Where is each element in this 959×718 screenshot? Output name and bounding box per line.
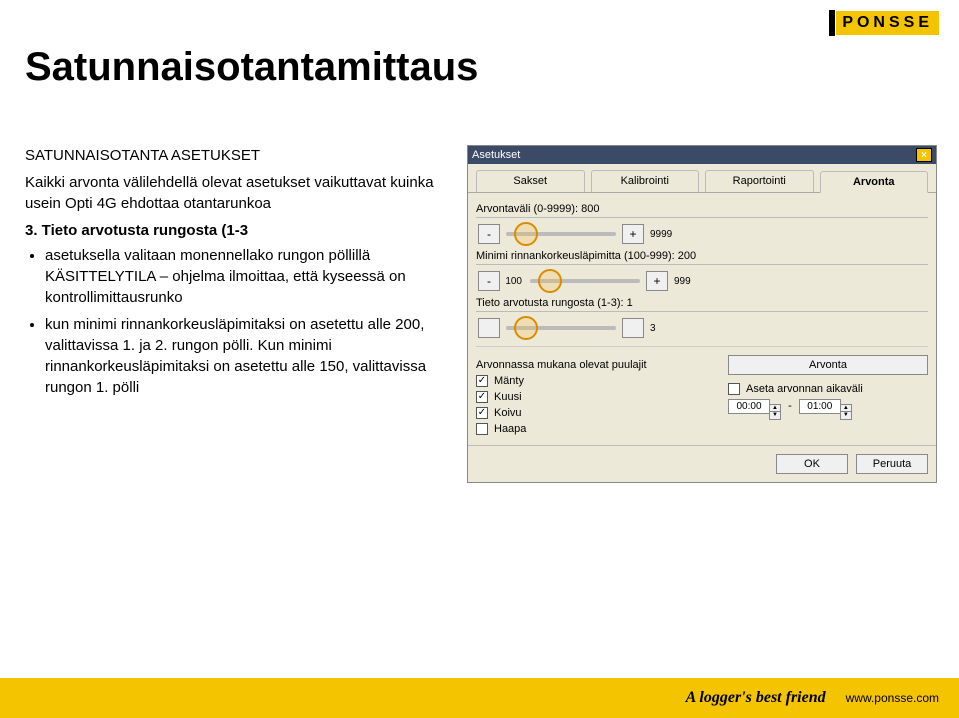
- cancel-button[interactable]: Peruuta: [856, 454, 928, 474]
- tab-arvonta[interactable]: Arvonta: [820, 171, 929, 193]
- tab-bar: Sakset Kalibrointi Raportointi Arvonta: [468, 164, 936, 193]
- arvonta-column: Arvonta Aseta arvonnan aikaväli 00:00▲▼ …: [728, 355, 928, 439]
- row-tieto: Tieto arvotusta rungosta (1-3): 1: [476, 297, 928, 312]
- slider[interactable]: [530, 279, 640, 283]
- tab-raportointi[interactable]: Raportointi: [705, 170, 814, 192]
- row-label: Tieto arvotusta rungosta (1-3): 1: [476, 297, 928, 312]
- time-to-input[interactable]: 01:00: [799, 399, 841, 414]
- dialog-titlebar: Asetukset ×: [468, 146, 936, 164]
- time-from-input[interactable]: 00:00: [728, 399, 770, 414]
- checkbox-manty[interactable]: ✓ Mänty: [476, 375, 718, 387]
- tab-sakset[interactable]: Sakset: [476, 170, 585, 192]
- checkbox-interval[interactable]: Aseta arvonnan aikaväli: [728, 383, 928, 395]
- species-column: Arvonnassa mukana olevat puulajit ✓ Mänt…: [476, 355, 718, 439]
- list-item: asetuksella valitaan monennellako rungon…: [45, 245, 445, 308]
- checkbox-label: Koivu: [494, 407, 522, 419]
- row-label: Arvontaväli (0-9999): 800: [476, 203, 928, 218]
- checkbox-icon: ✓: [476, 407, 488, 419]
- dialog-footer: OK Peruuta: [468, 445, 936, 482]
- dialog-body: Arvontaväli (0-9999): 800 - + 9999 Minim…: [468, 193, 936, 445]
- minus-button[interactable]: -: [478, 271, 500, 291]
- plus-button[interactable]: +: [622, 224, 644, 244]
- section-subheading: SATUNNAISOTANTA ASETUKSET: [25, 145, 445, 166]
- checkbox-koivu[interactable]: ✓ Koivu: [476, 407, 718, 419]
- checkbox-label: Haapa: [494, 423, 526, 435]
- dialog-title: Asetukset: [472, 149, 520, 161]
- close-icon: ×: [921, 150, 927, 161]
- time-sep: -: [784, 400, 796, 412]
- species-area: Arvonnassa mukana olevat puulajit ✓ Mänt…: [476, 355, 928, 439]
- checkbox-label: Kuusi: [494, 391, 522, 403]
- checkbox-kuusi[interactable]: ✓ Kuusi: [476, 391, 718, 403]
- slider[interactable]: [506, 232, 616, 236]
- slider-max: 999: [670, 276, 702, 287]
- bullet-list: asetuksella valitaan monennellako rungon…: [25, 245, 445, 398]
- section-intro: Kaikki arvonta välilehdellä olevat asetu…: [25, 172, 445, 214]
- separator: [476, 346, 928, 347]
- brand-name: PONSSE: [836, 11, 939, 35]
- checkbox-haapa[interactable]: Haapa: [476, 423, 718, 435]
- minus-button[interactable]: [478, 318, 500, 338]
- row-arvontavali-slider: - + 9999: [476, 224, 928, 244]
- row-label: Minimi rinnankorkeusläpimitta (100-999):…: [476, 250, 928, 265]
- footer-url: www.ponsse.com: [846, 691, 939, 705]
- list-item: kun minimi rinnankorkeusläpimitaksi on a…: [45, 314, 445, 398]
- spinner-icon[interactable]: ▲▼: [840, 404, 852, 420]
- plus-button[interactable]: [622, 318, 644, 338]
- page-footer: A logger's best friend www.ponsse.com: [0, 678, 959, 718]
- checkbox-icon: [476, 423, 488, 435]
- tab-kalibrointi[interactable]: Kalibrointi: [591, 170, 700, 192]
- slider[interactable]: [506, 326, 616, 330]
- arvonta-button[interactable]: Arvonta: [728, 355, 928, 375]
- spinner-icon[interactable]: ▲▼: [769, 404, 781, 420]
- slider-min: 100: [502, 276, 526, 287]
- row-minimi-slider: - 100 + 999: [476, 271, 928, 291]
- slider-max: 3: [646, 323, 678, 334]
- species-heading: Arvonnassa mukana olevat puulajit: [476, 359, 718, 371]
- checkbox-icon: [728, 383, 740, 395]
- row-arvontavali: Arvontaväli (0-9999): 800: [476, 203, 928, 218]
- row-tieto-slider: 3: [476, 318, 928, 338]
- text-column: SATUNNAISOTANTA ASETUKSET Kaikki arvonta…: [25, 145, 445, 404]
- plus-button[interactable]: +: [646, 271, 668, 291]
- settings-dialog: Asetukset × Sakset Kalibrointi Raportoin…: [467, 145, 937, 483]
- checkbox-label: Mänty: [494, 375, 524, 387]
- close-button[interactable]: ×: [916, 148, 932, 162]
- time-range: 00:00▲▼ - 01:00▲▼: [728, 399, 928, 420]
- checkbox-label: Aseta arvonnan aikaväli: [746, 383, 863, 395]
- ok-button[interactable]: OK: [776, 454, 848, 474]
- highlight-marker-icon: [514, 222, 538, 246]
- highlight-marker-icon: [538, 269, 562, 293]
- logo-bar-icon: [829, 10, 835, 36]
- row-minimi: Minimi rinnankorkeusläpimitta (100-999):…: [476, 250, 928, 265]
- highlight-marker-icon: [514, 316, 538, 340]
- footer-tagline: A logger's best friend: [686, 689, 826, 707]
- brand-logo: PONSSE: [829, 10, 939, 36]
- checkbox-icon: ✓: [476, 391, 488, 403]
- checkbox-icon: ✓: [476, 375, 488, 387]
- step-heading: 3. Tieto arvotusta rungosta (1-3: [25, 220, 445, 241]
- slider-max: 9999: [646, 229, 678, 240]
- page-title: Satunnaisotantamittaus: [25, 45, 478, 90]
- minus-button[interactable]: -: [478, 224, 500, 244]
